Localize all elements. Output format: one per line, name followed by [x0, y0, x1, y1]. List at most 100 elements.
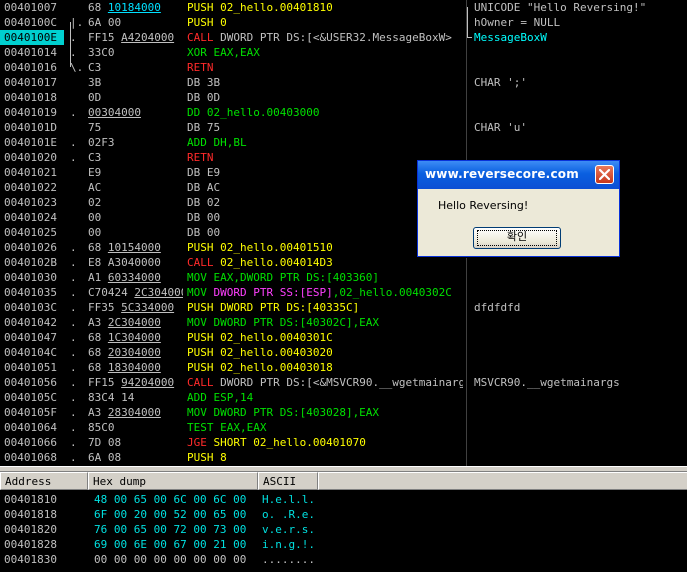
disasm-row[interactable]: 0040101E. 02F3 ADD DH,BL: [0, 135, 687, 150]
instruction-token: DB AC: [187, 181, 221, 194]
disasm-row[interactable]: 00401042. A3 2C304000 MOV DWORD PTR DS:[40…: [0, 315, 687, 330]
dump-address: 00401830: [4, 553, 57, 566]
disasm-instruction: PUSH 0: [187, 15, 463, 30]
disasm-row[interactable]: 0040101D 75 DB 75 CHAR 'u': [0, 120, 687, 135]
disasm-hex-opcode: 00: [88, 226, 102, 239]
disasm-address: 0040105F: [4, 406, 57, 419]
instruction-token: CALL: [187, 376, 214, 389]
disasm-instruction: XOR EAX,EAX: [187, 45, 463, 60]
disasm-comment: [474, 330, 687, 345]
disasm-address: 00401007: [4, 1, 57, 14]
disasm-row[interactable]: 00401035. C70424 2C304000 MOV DWORD PTR SS…: [0, 285, 687, 300]
disasm-address: 00401064: [4, 421, 57, 434]
disasm-flow-marker: .: [70, 106, 77, 119]
disasm-hex-operand: 10184000: [107, 1, 161, 14]
disasm-row[interactable]: 0040100E. FF15 A4204000 CALL DWORD PTR DS:…: [0, 30, 687, 45]
dump-row[interactable]: 00401818 6F 00 20 00 52 00 65 00 o. .R.e.: [0, 507, 687, 522]
disasm-flow-marker: .: [70, 151, 77, 164]
dump-header-ascii[interactable]: ASCII: [258, 472, 318, 490]
disasm-hex: 68 1C304000: [88, 330, 183, 345]
disasm-row[interactable]: 00401030. A1 60334000 MOV EAX,DWORD PTR DS…: [0, 270, 687, 285]
disasm-row[interactable]: 00401019. 00304000 DD 02_hello.00403000: [0, 105, 687, 120]
instruction-token: DWORD PTR SS:[ESP]: [206, 286, 333, 299]
disasm-comment: [474, 45, 687, 60]
disasm-row[interactable]: 0040105C. 83C4 14 ADD ESP,14: [0, 390, 687, 405]
disasm-instruction: ADD DH,BL: [187, 135, 463, 150]
dump-address: 00401820: [4, 523, 57, 536]
instruction-token: SHORT 02_hello.00401070: [206, 436, 366, 449]
dump-row[interactable]: 00401830 00 00 00 00 00 00 00 00........: [0, 552, 687, 567]
disasm-row[interactable]: 00401051. 68 18304000 PUSH 02_hello.004030…: [0, 360, 687, 375]
dump-header-hex[interactable]: Hex dump: [88, 472, 258, 490]
disasm-hex: 00304000: [88, 105, 183, 120]
disasm-row[interactable]: 00401007 68 10184000 PUSH 02_hello.0040181…: [0, 0, 687, 15]
disasm-row[interactable]: 0040105F. A3 28304000 MOV DWORD PTR DS:[40…: [0, 405, 687, 420]
disasm-instruction: PUSH DWORD PTR DS:[40335C]: [187, 300, 463, 315]
dump-header: Address Hex dump ASCII: [0, 472, 687, 490]
disasm-hex-opcode: 0D: [88, 91, 102, 104]
instruction-token: DWORD PTR DS:[<&USER32.MessageBoxW>: [213, 31, 452, 44]
disasm-row[interactable]: 00401017 3B DB 3B CHAR ';': [0, 75, 687, 90]
disasm-flow-marker: .: [70, 346, 77, 359]
dump-header-filler: [318, 472, 687, 490]
disasm-row[interactable]: 00401064. 85C0 TEST EAX,EAX: [0, 420, 687, 435]
disasm-address: 0040101D: [4, 121, 57, 134]
disasm-hex-operand: 2C304000: [107, 316, 161, 329]
disasm-address: 00401014: [4, 46, 57, 59]
disasm-row[interactable]: 00401014. 33C0 XOR EAX,EAX: [0, 45, 687, 60]
disasm-instruction: RETN: [187, 60, 463, 75]
ok-button[interactable]: 확인: [473, 227, 561, 249]
disasm-instruction: PUSH 02_hello.00401810: [187, 0, 463, 15]
disasm-hex-opcode: 7D 08: [88, 436, 122, 449]
instruction-token: MOV: [187, 286, 207, 299]
disasm-row[interactable]: 00401068. 6A 08 PUSH 8: [0, 450, 687, 465]
dump-hex-bytes: 76 00 65 00 72 00 73 00: [94, 523, 247, 536]
disasm-row[interactable]: 0040100C |. 6A 00 PUSH 0 hOwner = NULL: [0, 15, 687, 30]
disasm-address: 0040102B: [4, 256, 57, 269]
disasm-address: 00401035: [4, 286, 57, 299]
disasm-hex: 00: [88, 210, 183, 225]
disasm-row[interactable]: 00401056. FF15 94204000 CALL DWORD PTR DS:…: [0, 375, 687, 390]
disasm-hex-operand: 60334000: [107, 271, 161, 284]
instruction-token: 02_hello.004014D3: [213, 256, 333, 269]
disasm-address: 00401047: [4, 331, 57, 344]
message-text: Hello Reversing!: [438, 199, 529, 212]
disasm-comment: [474, 285, 687, 300]
disasm-row[interactable]: 0040104C. 68 20304000 PUSH 02_hello.004030…: [0, 345, 687, 360]
disasm-flow-marker: .: [70, 46, 77, 59]
dump-hex-bytes: 69 00 6E 00 67 00 21 00: [94, 538, 247, 551]
disasm-address: 00401051: [4, 361, 57, 374]
disasm-row[interactable]: 0040103C. FF35 5C334000 PUSH DWORD PTR DS:…: [0, 300, 687, 315]
disasm-flow-marker: .: [70, 376, 77, 389]
disasm-instruction: MOV EAX,DWORD PTR DS:[403360]: [187, 270, 463, 285]
dump-row[interactable]: 00401820 76 00 65 00 72 00 73 00 v.e.r.s.: [0, 522, 687, 537]
disasm-address: 00401018: [4, 91, 57, 104]
disasm-address: 00401017: [4, 76, 57, 89]
disasm-row[interactable]: 00401018 0D DB 0D: [0, 90, 687, 105]
dump-row[interactable]: 00401828 69 00 6E 00 67 00 21 00 i.n.g.!.: [0, 537, 687, 552]
disasm-hex-opcode: A3: [88, 406, 108, 419]
dump-header-address[interactable]: Address: [0, 472, 88, 490]
disasm-hex: 3B: [88, 75, 183, 90]
hex-dump-pane[interactable]: Address Hex dump ASCII 00401810 48 00 65 …: [0, 472, 687, 572]
disasm-hex: 68 20304000: [88, 345, 183, 360]
disasm-comment: hOwner = NULL: [474, 16, 561, 29]
disasm-flow-marker: .: [70, 361, 77, 374]
disasm-row[interactable]: 00401016 \. C3 RETN: [0, 60, 687, 75]
disasm-hex: 02: [88, 195, 183, 210]
message-box-titlebar[interactable]: www.reversecore.com: [418, 161, 619, 189]
disasm-address: 0040104C: [4, 346, 57, 359]
disasm-address: 00401024: [4, 211, 57, 224]
disasm-row[interactable]: 0040102B. E8 A3040000 CALL 02_hello.004014…: [0, 255, 687, 270]
disasm-hex-opcode: 68: [88, 361, 108, 374]
disasm-comment: CHAR 'u': [474, 121, 527, 134]
disasm-hex-operand: 20304000: [107, 346, 161, 359]
disasm-hex-opcode: 83C4 14: [88, 391, 135, 404]
disasm-hex: C3: [88, 60, 183, 75]
disasm-row[interactable]: 00401066. 7D 08 JGE SHORT 02_hello.0040107…: [0, 435, 687, 450]
disasm-hex-operand: 5C334000: [121, 301, 175, 314]
dump-row[interactable]: 00401810 48 00 65 00 6C 00 6C 00 H.e.l.l.: [0, 492, 687, 507]
disasm-row[interactable]: 00401047. 68 1C304000 PUSH 02_hello.004030…: [0, 330, 687, 345]
close-button[interactable]: [595, 165, 614, 184]
disasm-hex-opcode: 68: [88, 241, 108, 254]
